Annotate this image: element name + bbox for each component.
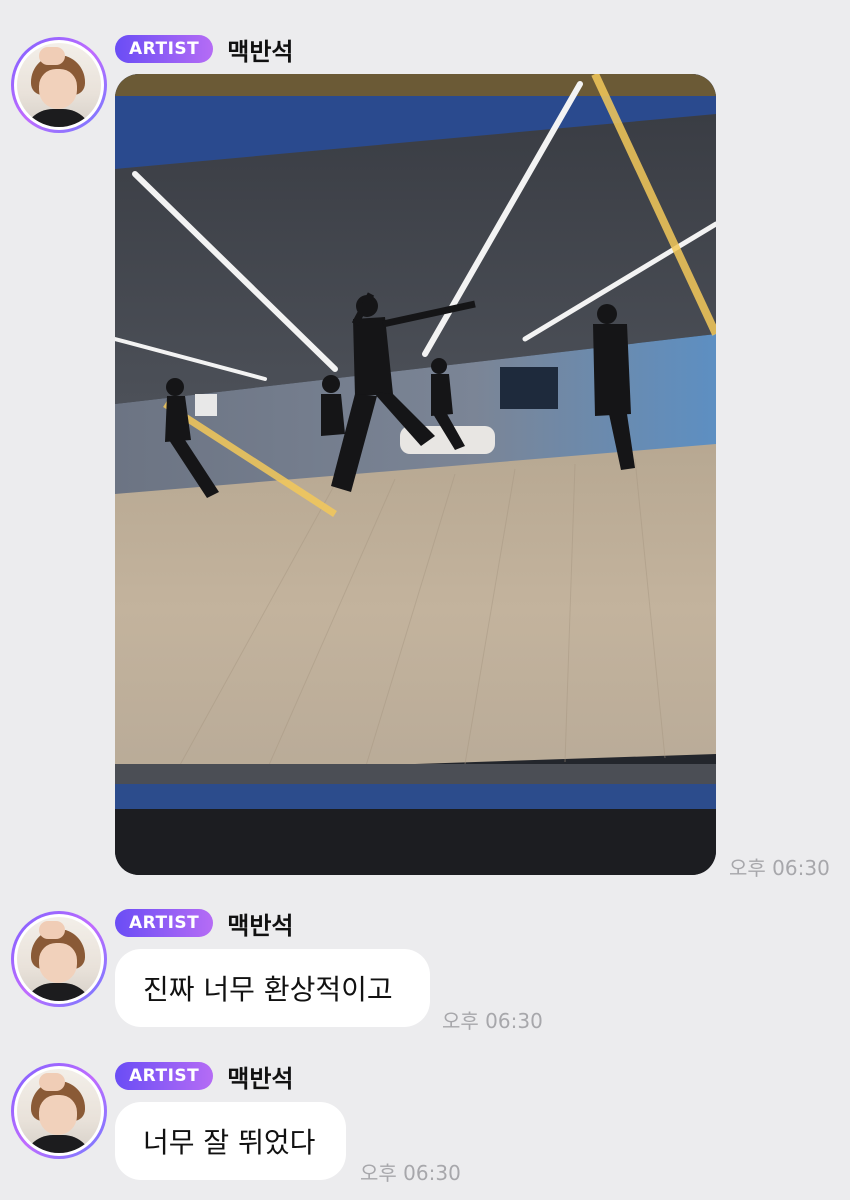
artist-badge: ARTIST: [115, 35, 214, 63]
avatar-image: [17, 1069, 101, 1153]
message-text: 진짜 너무 환상적이고: [143, 973, 393, 1006]
sender-row: ARTIST 맥반석: [115, 32, 294, 67]
sender-avatar[interactable]: [11, 1063, 107, 1159]
sender-row: ARTIST 맥반석: [115, 906, 294, 941]
sender-name[interactable]: 맥반석: [227, 906, 293, 941]
message-text: 너무 잘 뛰었다: [143, 1126, 316, 1159]
sender-name[interactable]: 맥반석: [227, 32, 293, 67]
avatar-image: [17, 917, 101, 1001]
message-timestamp: 오후 06:30: [360, 1161, 461, 1185]
message-bubble[interactable]: 너무 잘 뛰었다: [115, 1102, 346, 1180]
message-timestamp: 오후 06:30: [729, 856, 830, 880]
dance-practice-photo: [115, 74, 716, 875]
message-timestamp: 오후 06:30: [442, 1009, 543, 1033]
artist-badge: ARTIST: [115, 909, 214, 937]
sender-name[interactable]: 맥반석: [227, 1059, 293, 1094]
sender-avatar[interactable]: [11, 37, 107, 133]
sender-row: ARTIST 맥반석: [115, 1059, 294, 1094]
chat-message-text: ARTIST 맥반석 진짜 너무 환상적이고 오후 06:30: [0, 890, 850, 1050]
chat-message-text: ARTIST 맥반석 너무 잘 뛰었다 오후 06:30: [0, 1045, 850, 1200]
avatar-image: [17, 43, 101, 127]
chat-message-photo: ARTIST 맥반석 오후 06:30: [0, 0, 850, 890]
sender-avatar[interactable]: [11, 911, 107, 1007]
artist-badge: ARTIST: [115, 1062, 214, 1090]
message-photo[interactable]: [115, 74, 716, 875]
message-bubble[interactable]: 진짜 너무 환상적이고: [115, 949, 430, 1027]
